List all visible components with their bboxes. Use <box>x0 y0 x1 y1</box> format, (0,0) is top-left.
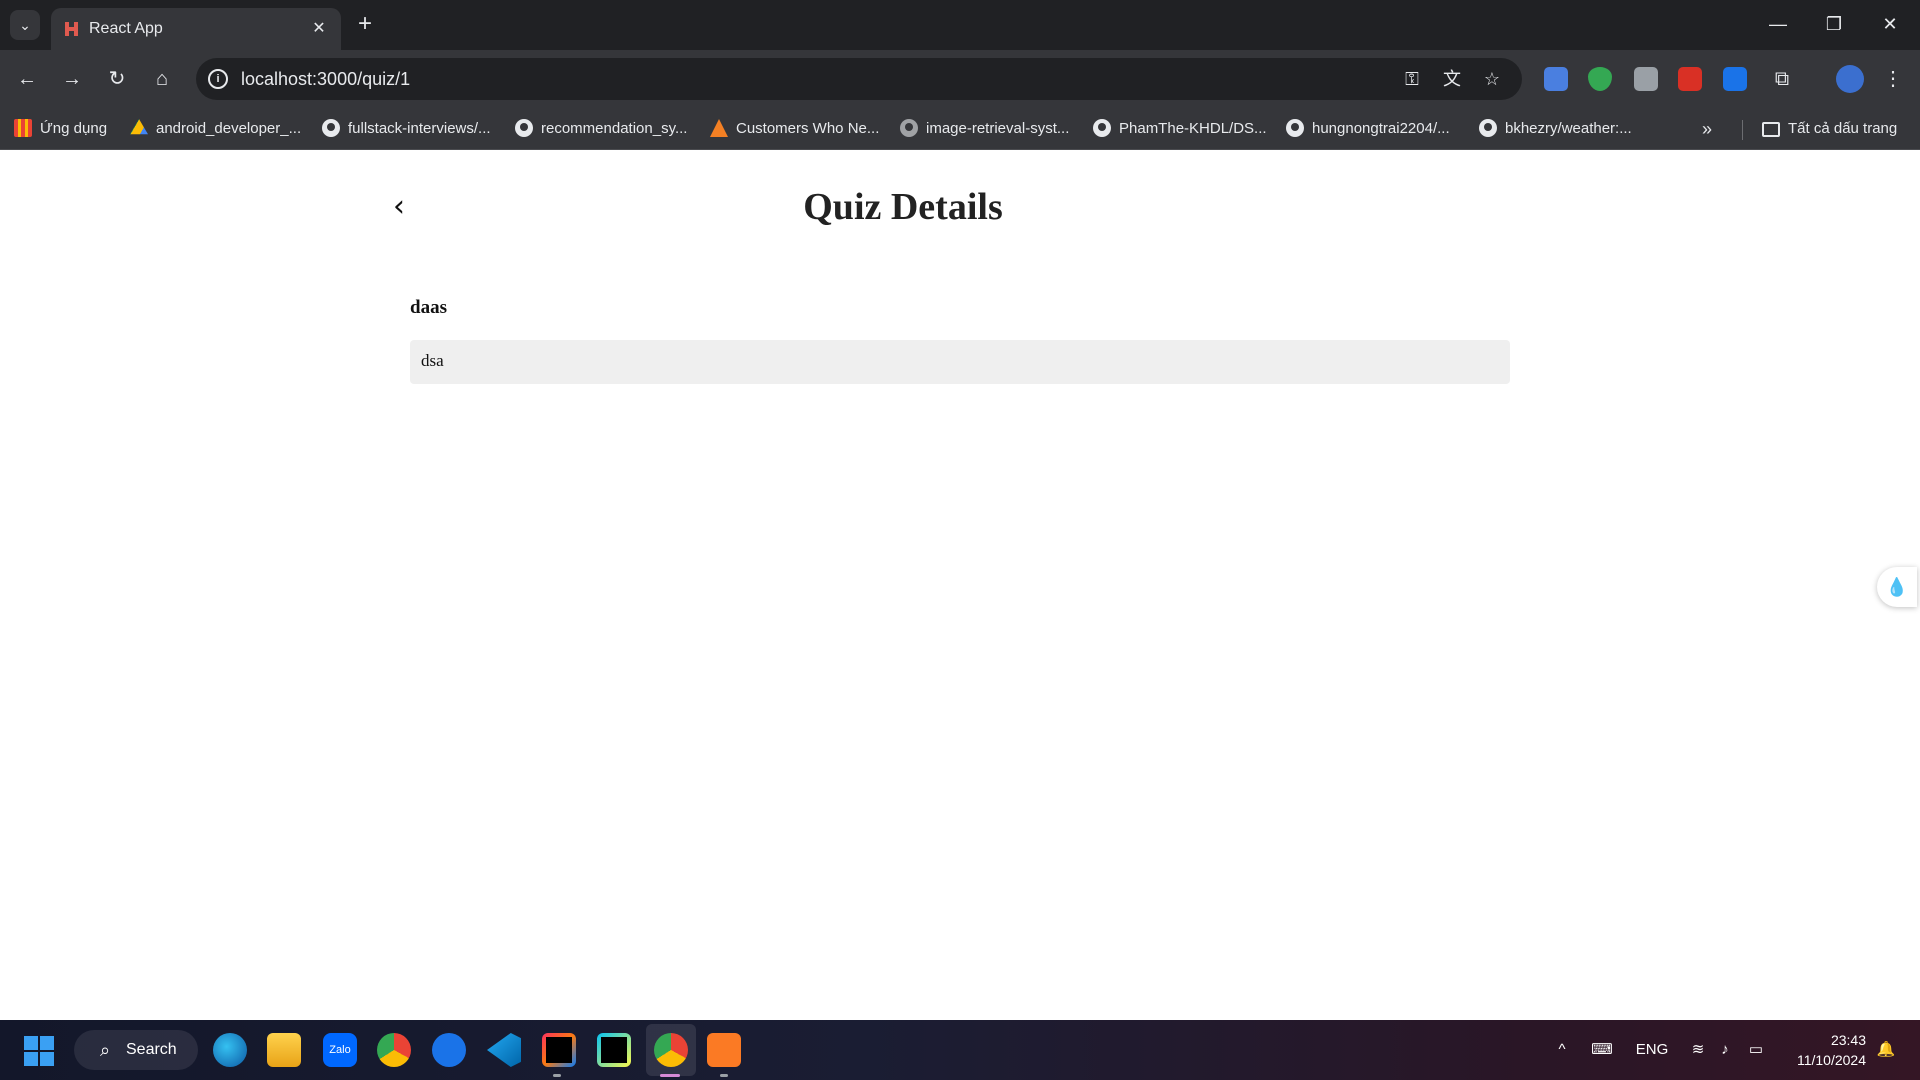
show-hidden-icons-chevron-icon[interactable]: ^ <box>1550 1020 1574 1080</box>
bookmark-item[interactable]: android_developer_... <box>130 117 301 141</box>
bookmark-star-icon[interactable]: ☆ <box>1479 67 1505 91</box>
file-explorer-icon[interactable] <box>267 1033 301 1067</box>
bookmark-label: image-retrieval-syst... <box>926 120 1070 137</box>
bookmark-label: Customers Who Ne... <box>736 120 880 137</box>
active-indicator <box>660 1074 680 1077</box>
bookmark-label: fullstack-interviews/... <box>348 120 491 137</box>
volume-icon[interactable]: ♪ <box>1713 1020 1737 1080</box>
answer-text: dsa <box>421 351 444 370</box>
translate-icon[interactable]: 文 <box>1439 67 1465 91</box>
site-favicon-icon <box>710 119 728 137</box>
google-drive-icon <box>130 119 148 135</box>
bookmark-label: bkhezry/weather:... <box>1505 120 1632 137</box>
clock-date: 11/10/2024 <box>1796 1052 1866 1068</box>
search-icon: ⌕ <box>100 1040 111 1060</box>
battery-icon[interactable]: ▭ <box>1744 1020 1768 1080</box>
tab-close-icon[interactable]: ✕ <box>307 17 331 41</box>
edge-browser-icon[interactable] <box>213 1033 247 1067</box>
tab-search-chevron-icon[interactable]: ⌄ <box>10 10 40 40</box>
browser-toolbar: ← → ↻ ⌂ i localhost:3000/quiz/1 ⚿ 文 ☆ ⧉ … <box>0 50 1920 108</box>
extensions-puzzle-icon[interactable]: ⧉ <box>1765 62 1799 96</box>
profile-avatar[interactable] <box>1836 65 1864 93</box>
chrome-icon[interactable] <box>377 1033 411 1067</box>
translate-extension-icon[interactable] <box>1544 67 1568 91</box>
menu-kebab-icon[interactable]: ⋮ <box>1876 62 1910 96</box>
bookmark-label: android_developer_... <box>156 120 302 137</box>
bookmark-item[interactable]: recommendation_sy... <box>515 117 687 141</box>
forward-icon[interactable]: → <box>55 62 89 96</box>
chrome-profile-icon[interactable] <box>654 1033 688 1067</box>
bookmark-apps[interactable]: Ứng dụng <box>14 117 107 141</box>
all-bookmarks-label: Tất cả dấu trang <box>1788 120 1898 137</box>
intellij-icon[interactable] <box>542 1033 576 1067</box>
running-indicator <box>720 1074 728 1077</box>
webstorm-icon[interactable] <box>597 1033 631 1067</box>
taskbar-search-button[interactable]: ⌕ Search <box>74 1030 198 1070</box>
taskbar-search-label: Search <box>126 1041 177 1058</box>
bookmark-label: recommendation_sy... <box>541 120 688 137</box>
bookmark-item[interactable]: PhamThe-KHDL/DS... <box>1093 117 1267 141</box>
github-icon <box>1093 119 1111 137</box>
bookmark-label: hungnongtrai2204/... <box>1312 120 1450 137</box>
notification-bell-icon[interactable]: 🔔 <box>1874 1020 1898 1080</box>
bookmarks-bar: Ứng dụng android_developer_... fullstack… <box>0 108 1920 150</box>
answer-option[interactable]: dsa <box>410 340 1510 384</box>
floating-extension-drop-icon[interactable]: 💧 <box>1877 567 1917 607</box>
bookmark-label: Ứng dụng <box>40 120 108 137</box>
bookmark-item[interactable]: Customers Who Ne... <box>710 117 879 141</box>
minimize-icon[interactable]: — <box>1750 0 1806 50</box>
restore-icon[interactable]: ❐ <box>1806 0 1862 50</box>
windows-start-icon[interactable] <box>24 1036 54 1066</box>
browser-tab[interactable]: React App ✕ <box>51 8 341 50</box>
all-bookmarks-folder[interactable]: Tất cả dấu trang <box>1762 117 1897 141</box>
page-content: ‹ Quiz Details daas dsa 💧 <box>0 151 1920 1020</box>
keyboard-icon[interactable]: ⌨ <box>1590 1020 1614 1080</box>
taskbar-clock[interactable]: 23:43 11/10/2024 <box>1782 1030 1866 1070</box>
bookmarks-divider <box>1742 120 1743 140</box>
vscode-icon[interactable] <box>487 1033 521 1067</box>
github-icon <box>515 119 533 137</box>
github-icon <box>322 119 340 137</box>
xampp-icon[interactable] <box>707 1033 741 1067</box>
question-text: daas <box>410 297 447 318</box>
github-icon <box>1479 119 1497 137</box>
zalo-icon[interactable]: Zalo <box>323 1033 357 1067</box>
bookmark-item[interactable]: fullstack-interviews/... <box>322 117 491 141</box>
bookmark-item[interactable]: hungnongtrai2204/... <box>1286 117 1450 141</box>
password-key-icon[interactable]: ⚿ <box>1399 67 1425 91</box>
wifi-icon[interactable]: ≋ <box>1686 1020 1710 1080</box>
page-title: Quiz Details <box>803 186 1003 228</box>
tab-title: React App <box>89 20 163 37</box>
address-url[interactable]: localhost:3000/quiz/1 <box>241 68 410 90</box>
apps-grid-icon <box>14 119 32 137</box>
bookmark-label: PhamThe-KHDL/DS... <box>1119 120 1267 137</box>
app-store-icon[interactable] <box>432 1033 466 1067</box>
water-drop-extension-icon[interactable] <box>1723 67 1747 91</box>
site-info-icon[interactable]: i <box>208 69 228 89</box>
hand-extension-icon[interactable] <box>1634 67 1658 91</box>
running-indicator <box>553 1074 561 1077</box>
reload-icon[interactable]: ↻ <box>100 62 134 96</box>
folder-icon <box>1762 122 1780 137</box>
address-bar[interactable]: i localhost:3000/quiz/1 ⚿ 文 ☆ <box>196 58 1522 100</box>
language-indicator[interactable]: ENG <box>1630 1020 1674 1080</box>
bookmark-item[interactable]: image-retrieval-syst... <box>900 117 1069 141</box>
clock-time: 23:43 <box>1830 1032 1866 1048</box>
windows-taskbar: ⌕ Search Zalo ^ ⌨ ENG ≋ ♪ ▭ 23:43 11/10/… <box>0 1020 1920 1080</box>
react-app-favicon-icon <box>65 22 78 36</box>
github-icon <box>1286 119 1304 137</box>
bookmarks-overflow-chevron-icon[interactable]: » <box>1702 117 1712 141</box>
close-window-icon[interactable]: ✕ <box>1862 0 1918 50</box>
bookmark-item[interactable]: bkhezry/weather:... <box>1479 117 1632 141</box>
back-icon[interactable]: ← <box>10 62 44 96</box>
github-icon <box>900 119 918 137</box>
shield-extension-icon[interactable] <box>1588 67 1612 91</box>
browser-tab-strip: ⌄ React App ✕ + — ❐ ✕ <box>0 0 1920 50</box>
red-extension-icon[interactable] <box>1678 67 1702 91</box>
home-icon[interactable]: ⌂ <box>145 62 179 96</box>
new-tab-plus-icon[interactable]: + <box>350 10 380 40</box>
